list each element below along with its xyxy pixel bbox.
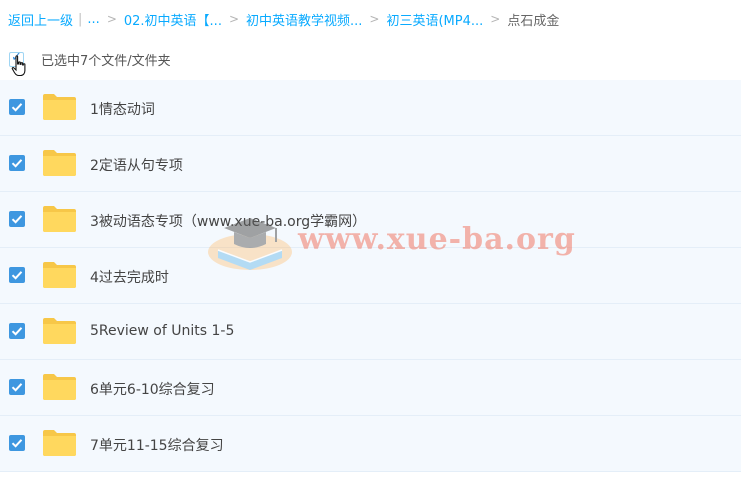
breadcrumb: 返回上一级 | ... > 02.初中英语【... > 初中英语教学视频... … [8,8,559,30]
breadcrumb-divider: | [78,11,83,27]
checkbox-checked-icon[interactable] [9,155,25,171]
file-name[interactable]: 2定语从句专项 [90,155,183,175]
checkbox-checked-icon[interactable] [9,211,25,227]
file-row[interactable]: 4过去完成时 [0,248,741,304]
file-row[interactable]: 1情态动词 [0,80,741,136]
file-name[interactable]: 7单元11-15综合复习 [90,435,224,455]
folder-icon [43,150,76,176]
file-name[interactable]: 4过去完成时 [90,267,169,287]
file-row[interactable]: 2定语从句专项 [0,136,741,192]
breadcrumb-item-1[interactable]: 02.初中英语【... [124,10,222,29]
hand-pointer-icon [11,55,26,77]
checkbox-checked-icon[interactable] [9,323,25,339]
folder-icon [43,374,76,400]
breadcrumb-separator: > [228,12,240,26]
folder-icon [43,430,76,456]
breadcrumb-separator: > [369,12,380,26]
file-name[interactable]: 1情态动词 [90,99,155,119]
file-list: 1情态动词 2定语从句专项 3被动语态专项（www.xue-ba.org学霸网） [0,80,741,472]
checkbox-checked-icon[interactable] [9,435,25,451]
selection-count: 已选中7个文件/文件夹 [41,54,171,69]
file-browser: 返回上一级 | ... > 02.初中英语【... > 初中英语教学视频... … [0,0,741,477]
file-name[interactable]: 6单元6-10综合复习 [90,379,215,399]
breadcrumb-collapsed[interactable]: ... [87,12,99,27]
selection-bar: ✓ 已选中7个文件/文件夹 [0,42,741,77]
file-row[interactable]: 7单元11-15综合复习 [0,416,741,472]
breadcrumb-item-3[interactable]: 初三英语(MP4... [386,10,483,29]
checkbox-checked-icon[interactable] [9,267,25,283]
file-name[interactable]: 5Review of Units 1-5 [90,323,234,339]
breadcrumb-separator: > [106,12,117,26]
breadcrumb-item-2[interactable]: 初中英语教学视频... [246,10,362,29]
folder-icon [43,318,76,344]
checkbox-checked-icon[interactable] [9,99,25,115]
back-link[interactable]: 返回上一级 [8,10,73,29]
folder-icon [43,94,76,120]
breadcrumb-separator: > [490,12,501,26]
file-row[interactable]: 3被动语态专项（www.xue-ba.org学霸网） [0,192,741,248]
file-name[interactable]: 3被动语态专项（www.xue-ba.org学霸网） [90,211,366,231]
file-row[interactable]: 6单元6-10综合复习 [0,360,741,416]
checkbox-checked-icon[interactable] [9,379,25,395]
breadcrumb-current: 点石成金 [507,13,560,29]
file-row[interactable]: 5Review of Units 1-5 [0,304,741,360]
folder-icon [43,262,76,288]
folder-icon [43,206,76,232]
